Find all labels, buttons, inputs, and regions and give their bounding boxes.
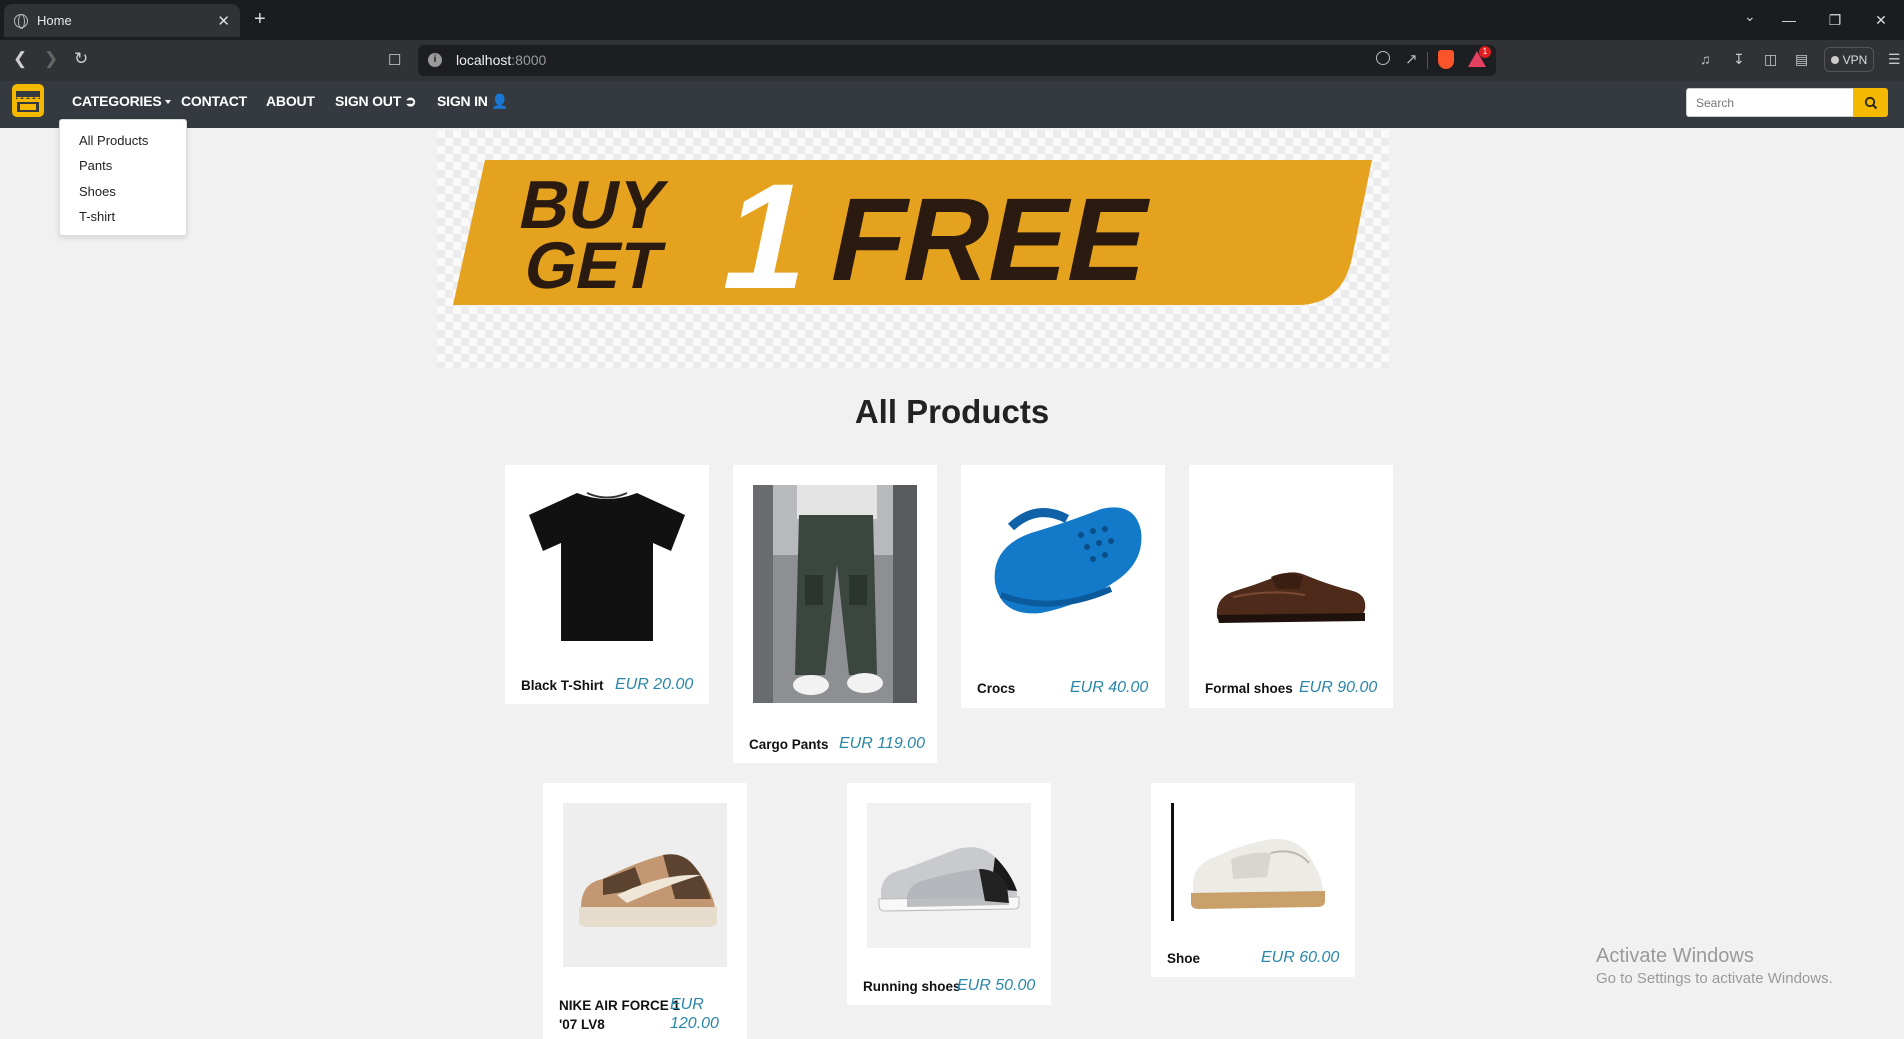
promo-banner-graphic: BUY GET 1 FREE [453,154,1372,321]
back-icon[interactable]: ❮ [13,49,27,69]
minimize-icon[interactable]: — [1766,0,1812,40]
sign-out-icon: ➲ [404,93,417,109]
address-bar[interactable]: i localhost:8000 ↗ 1 [418,45,1496,76]
product-price: EUR 20.00 [615,676,694,693]
product-name-line2: '07 LV8 [559,1017,605,1032]
nav-about[interactable]: ABOUT [266,93,315,109]
globe-icon [14,13,28,29]
shoe-image [1171,803,1335,921]
bookmark-icon[interactable]: ☐ [388,51,401,69]
brave-shields-icon[interactable] [1438,50,1454,69]
product-card-running-shoes[interactable]: Running shoes EUR 50.00 [847,783,1051,1005]
vpn-status-icon [1830,55,1839,64]
caret-down-icon [164,100,171,105]
product-card-nike-air-force[interactable]: NIKE AIR FORCE 1 '07 LV8 EUR 120.00 [543,783,747,1039]
nav-sign-in-label: SIGN IN [437,93,488,109]
activate-windows-watermark: Activate Windows Go to Settings to activ… [1596,945,1833,987]
promo-banner: BUY GET 1 FREE [437,130,1389,368]
search-button[interactable] [1853,88,1888,117]
nike-air-force-image [563,803,727,967]
browser-tab[interactable]: Home ✕ [4,4,240,37]
share-icon[interactable]: ↗ [1405,50,1418,68]
store-logo-icon[interactable] [12,84,44,117]
browser-tab-bar: Home ✕ + ⌄ — ❐ ✕ [0,0,1904,40]
product-card-shoe[interactable]: Shoe EUR 60.00 [1151,783,1355,977]
dropdown-item-shoes[interactable]: Shoes [79,184,116,199]
cargo-pants-image [753,485,917,703]
url-host: localhost [456,52,512,68]
nav-categories-label: CATEGORIES [72,93,162,109]
formal-shoes-image [1216,572,1366,623]
site-info-icon[interactable]: i [428,53,442,67]
browser-toolbar: ❮ ❯ ↻ ☐ i localhost:8000 ↗ 1 ♫ ↧ ◫ ▤ VPN… [0,40,1904,81]
nav-sign-out[interactable]: SIGN OUT ➲ [335,93,417,110]
wallet-icon[interactable]: ▤ [1795,51,1808,68]
zoom-icon[interactable] [1376,51,1390,65]
user-plus-icon: 👤 [491,93,509,109]
product-name: Formal shoes [1205,681,1293,696]
product-name: Running shoes [863,979,961,994]
product-card-crocs[interactable]: Crocs EUR 40.00 [961,465,1165,708]
dropdown-item-tshirt[interactable]: T-shirt [79,209,115,224]
product-price: EUR 119.00 [839,735,925,752]
address-separator [1427,52,1428,69]
search-input[interactable] [1686,88,1854,117]
reload-icon[interactable]: ↻ [74,49,88,69]
categories-dropdown: All Products Pants Shoes T-shirt [59,119,187,236]
product-price: EUR 40.00 [1070,679,1149,696]
product-name: Cargo Pants [749,737,829,752]
nav-sign-in[interactable]: SIGN IN 👤 [437,93,509,110]
nav-sign-out-label: SIGN OUT [335,93,402,109]
vpn-label: VPN [1842,52,1868,67]
section-title: All Products [854,393,1050,430]
dropdown-item-pants[interactable]: Pants [79,158,112,173]
new-tab-button[interactable]: + [254,8,266,31]
tab-title: Home [37,13,72,28]
activate-windows-title: Activate Windows [1596,945,1754,967]
vpn-button[interactable]: VPN [1824,47,1874,72]
download-icon[interactable]: ↧ [1733,51,1745,68]
product-price: EUR 60.00 [1261,949,1340,966]
product-card-formal-shoes[interactable]: Formal shoes EUR 90.00 [1189,465,1393,708]
sidebar-icon[interactable]: ◫ [1764,51,1777,68]
product-price-currency: EUR [670,996,704,1013]
product-name: Black T-Shirt [521,678,604,693]
product-price-amount: 120.00 [670,1015,719,1032]
search-icon [1864,96,1877,109]
banner-get: GET [518,230,669,303]
running-shoes-image [867,803,1031,948]
restore-icon[interactable]: ❐ [1812,0,1858,40]
tab-list-chevron-icon[interactable]: ⌄ [1744,8,1756,25]
window-controls: — ❐ ✕ [1766,0,1904,40]
product-card-cargo-pants[interactable]: Cargo Pants EUR 119.00 [733,465,937,763]
url-text[interactable]: localhost:8000 [456,52,546,68]
rewards-badge: 1 [1479,46,1491,58]
product-name-line1: NIKE AIR FORCE 1 [559,998,681,1013]
activate-windows-subtitle: Go to Settings to activate Windows. [1596,970,1833,987]
crocs-image [994,507,1142,614]
product-name: Crocs [977,681,1016,696]
product-name: Shoe [1167,951,1201,966]
nav-categories[interactable]: CATEGORIES [72,93,171,109]
banner-free: FREE [820,174,1163,306]
url-port: :8000 [511,52,547,68]
product-price: EUR 50.00 [957,977,1036,994]
tab-close-icon[interactable]: ✕ [217,12,230,30]
black-tshirt-image [529,492,685,641]
close-window-icon[interactable]: ✕ [1858,0,1904,40]
menu-icon[interactable]: ☰ [1888,51,1901,68]
nav-contact[interactable]: CONTACT [181,93,247,109]
product-card-black-tshirt[interactable]: Black T-Shirt EUR 20.00 [505,465,709,704]
product-price: EUR 90.00 [1299,679,1378,696]
forward-icon[interactable]: ❯ [44,49,58,69]
media-icon[interactable]: ♫ [1700,51,1711,67]
dropdown-item-all-products[interactable]: All Products [79,133,148,148]
